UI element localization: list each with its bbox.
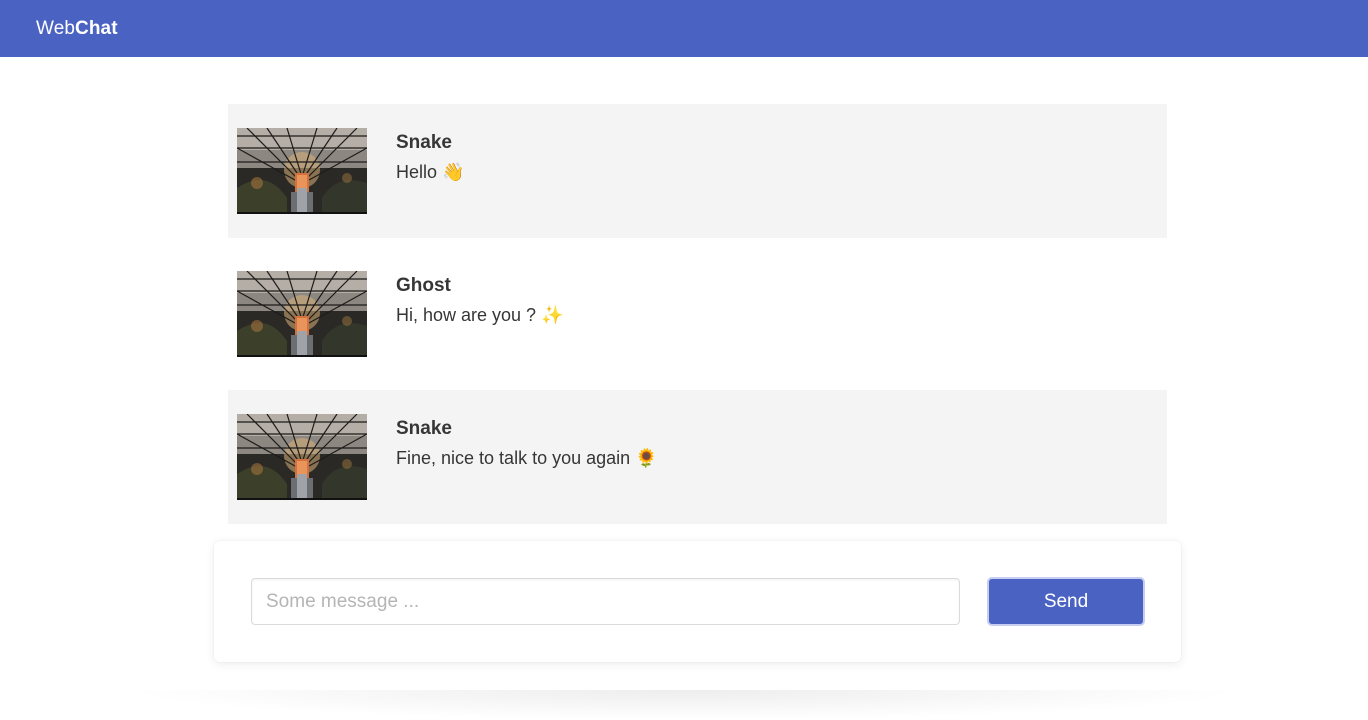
send-button[interactable]: Send: [987, 577, 1145, 626]
message-content: Snake Fine, nice to talk to you again 🌻: [396, 418, 658, 469]
message-text: Hi, how are you ? ✨: [396, 305, 564, 325]
message-item: Ghost Hi, how are you ? ✨: [228, 247, 1167, 381]
message-author: Snake: [396, 132, 452, 153]
message-text: Fine, nice to talk to you again 🌻: [396, 448, 658, 468]
message-list: Snake Hello 👋 Ghost Hi, how are you ? ✨ …: [228, 104, 1167, 533]
message-content: Ghost Hi, how are you ? ✨: [396, 275, 563, 326]
message-composer: Send: [214, 541, 1181, 662]
brand-light-text: Web: [36, 17, 76, 39]
footer-shadow: [120, 690, 1250, 720]
message-text: Hello 👋: [396, 162, 465, 182]
brand-logo[interactable]: WebChat: [36, 18, 118, 40]
brand-bold-text: Chat: [75, 17, 118, 39]
message-input[interactable]: [251, 578, 960, 625]
avatar-image: [237, 414, 367, 500]
message-author: Ghost: [396, 275, 451, 296]
avatar-image: [237, 271, 367, 357]
message-item: Snake Fine, nice to talk to you again 🌻: [228, 390, 1167, 524]
message-item: Snake Hello 👋: [228, 104, 1167, 238]
navbar: WebChat: [0, 0, 1368, 57]
message-author: Snake: [396, 418, 452, 439]
avatar-image: [237, 128, 367, 214]
message-content: Snake Hello 👋: [396, 132, 464, 183]
